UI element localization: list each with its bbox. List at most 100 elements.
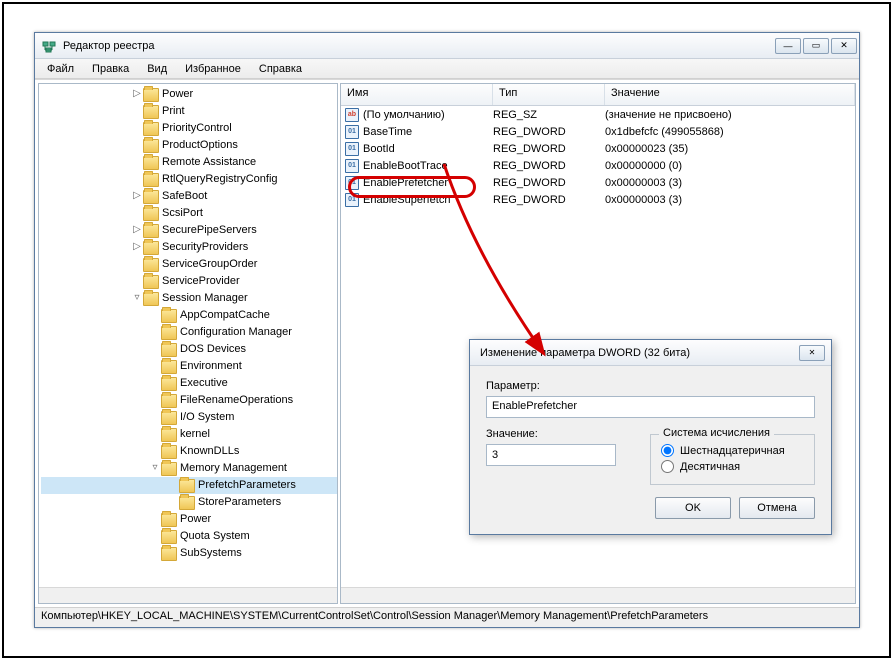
tree-item-label: Power — [162, 86, 193, 103]
tree-item[interactable]: PrefetchParameters — [41, 477, 337, 494]
values-hscrollbar[interactable] — [341, 587, 855, 603]
folder-icon — [179, 496, 195, 510]
tree-item-label: StoreParameters — [198, 494, 281, 511]
folder-icon — [161, 377, 177, 391]
tree-item[interactable]: ▷SecurityProviders — [41, 239, 337, 256]
dialog-close-button[interactable]: ✕ — [799, 345, 825, 361]
expand-toggle-icon[interactable]: ▿ — [149, 460, 161, 477]
value-row[interactable]: 01BaseTimeREG_DWORD0x1dbefcfc (499055868… — [341, 123, 855, 140]
folder-icon — [161, 462, 177, 476]
value-type: REG_DWORD — [493, 143, 605, 155]
param-name-field: EnablePrefetcher — [486, 396, 815, 418]
folder-icon — [161, 326, 177, 340]
menu-file[interactable]: Файл — [39, 61, 82, 77]
col-value[interactable]: Значение — [605, 84, 855, 105]
tree-item[interactable]: ▷ Power — [41, 86, 337, 103]
tree-panel[interactable]: ▷PowerPrintPriorityControlProductOptions… — [38, 83, 338, 604]
value-input[interactable] — [486, 444, 616, 466]
tree-item[interactable]: AppCompatCache — [41, 307, 337, 324]
folder-icon — [143, 173, 159, 187]
tree-item[interactable]: ServiceGroupOrder — [41, 256, 337, 273]
menu-favorites[interactable]: Избранное — [177, 61, 249, 77]
tree-item[interactable]: ScsiPort — [41, 205, 337, 222]
close-button[interactable]: ✕ — [831, 38, 857, 54]
dialog-titlebar[interactable]: Изменение параметра DWORD (32 бита) ✕ — [470, 340, 831, 366]
titlebar[interactable]: Редактор реестра — ▭ ✕ — [35, 33, 859, 59]
dword-value-icon: 01 — [343, 125, 361, 139]
col-type[interactable]: Тип — [493, 84, 605, 105]
tree-item[interactable]: Quota System — [41, 528, 337, 545]
tree-item-label: Quota System — [180, 528, 250, 545]
expand-toggle-icon[interactable]: ▷ — [131, 222, 143, 239]
tree-item[interactable]: Print — [41, 103, 337, 120]
value-row[interactable]: 01EnableBootTraceREG_DWORD0x00000000 (0) — [341, 157, 855, 174]
folder-icon — [143, 122, 159, 136]
menu-help[interactable]: Справка — [251, 61, 310, 77]
tree-item[interactable]: ProductOptions — [41, 137, 337, 154]
param-label: Параметр: — [486, 380, 815, 392]
tree-item[interactable]: ServiceProvider — [41, 273, 337, 290]
expand-toggle-icon[interactable]: ▷ — [131, 239, 143, 256]
tree-item[interactable]: ▷SafeBoot — [41, 188, 337, 205]
value-name: (По умолчанию) — [363, 109, 493, 121]
maximize-button[interactable]: ▭ — [803, 38, 829, 54]
ok-button[interactable]: OK — [655, 497, 731, 519]
tree-item[interactable]: I/O System — [41, 409, 337, 426]
tree-hscrollbar[interactable] — [39, 587, 337, 603]
dialog-title: Изменение параметра DWORD (32 бита) — [476, 347, 799, 359]
value-data: 0x00000003 (3) — [605, 177, 855, 189]
value-type: REG_DWORD — [493, 194, 605, 206]
tree-item[interactable]: ▿ Memory Management — [41, 460, 337, 477]
statusbar: Компьютер\HKEY_LOCAL_MACHINE\SYSTEM\Curr… — [35, 607, 859, 627]
tree-item[interactable]: Power — [41, 511, 337, 528]
window-title: Редактор реестра — [63, 40, 775, 52]
menu-edit[interactable]: Правка — [84, 61, 137, 77]
expand-toggle-icon[interactable]: ▷ — [131, 188, 143, 205]
tree-item-label: Print — [162, 103, 185, 120]
value-row[interactable]: ab(По умолчанию)REG_SZ(значение не присв… — [341, 106, 855, 123]
minimize-button[interactable]: — — [775, 38, 801, 54]
tree-item[interactable]: FileRenameOperations — [41, 392, 337, 409]
tree-item[interactable]: StoreParameters — [41, 494, 337, 511]
value-row[interactable]: 01EnablePrefetcherREG_DWORD0x00000003 (3… — [341, 174, 855, 191]
radix-hex-radio[interactable] — [661, 444, 674, 457]
value-label: Значение: — [486, 428, 630, 440]
column-headers[interactable]: Имя Тип Значение — [341, 84, 855, 106]
radix-dec-radio[interactable] — [661, 460, 674, 473]
value-row[interactable]: 01BootIdREG_DWORD0x00000023 (35) — [341, 140, 855, 157]
tree-item[interactable]: Remote Assistance — [41, 154, 337, 171]
tree-item[interactable]: DOS Devices — [41, 341, 337, 358]
dword-value-icon: 01 — [343, 142, 361, 156]
tree-item-label: Memory Management — [180, 460, 287, 477]
tree-item-label: DOS Devices — [180, 341, 246, 358]
tree-item-label: RtlQueryRegistryConfig — [162, 171, 278, 188]
folder-icon — [143, 105, 159, 119]
folder-icon — [161, 411, 177, 425]
value-row[interactable]: 01EnableSuperfetchREG_DWORD0x00000003 (3… — [341, 191, 855, 208]
radix-hex[interactable]: Шестнадцатеричная — [661, 444, 804, 457]
string-value-icon: ab — [343, 108, 361, 122]
radix-group: Система исчисления Шестнадцатеричная Дес… — [650, 434, 815, 485]
tree-item[interactable]: Executive — [41, 375, 337, 392]
radix-dec[interactable]: Десятичная — [661, 460, 804, 473]
cancel-button[interactable]: Отмена — [739, 497, 815, 519]
tree-item[interactable]: KnownDLLs — [41, 443, 337, 460]
tree-item[interactable]: RtlQueryRegistryConfig — [41, 171, 337, 188]
tree-item[interactable]: Configuration Manager — [41, 324, 337, 341]
menubar: Файл Правка Вид Избранное Справка — [35, 59, 859, 79]
tree-item[interactable]: PriorityControl — [41, 120, 337, 137]
value-data: 0x00000003 (3) — [605, 194, 855, 206]
tree-item-label: SubSystems — [180, 545, 242, 562]
expand-toggle-icon[interactable]: ▷ — [131, 86, 143, 103]
tree-item[interactable]: ▿Session Manager — [41, 290, 337, 307]
tree-item[interactable]: Environment — [41, 358, 337, 375]
tree-item-label: ServiceProvider — [162, 273, 240, 290]
menu-view[interactable]: Вид — [139, 61, 175, 77]
tree-item[interactable]: ▷SecurePipeServers — [41, 222, 337, 239]
value-name: EnablePrefetcher — [363, 177, 493, 189]
expand-toggle-icon[interactable]: ▿ — [131, 290, 143, 307]
tree-item[interactable]: kernel — [41, 426, 337, 443]
tree-item[interactable]: SubSystems — [41, 545, 337, 562]
col-name[interactable]: Имя — [341, 84, 493, 105]
tree-item-label: I/O System — [180, 409, 234, 426]
